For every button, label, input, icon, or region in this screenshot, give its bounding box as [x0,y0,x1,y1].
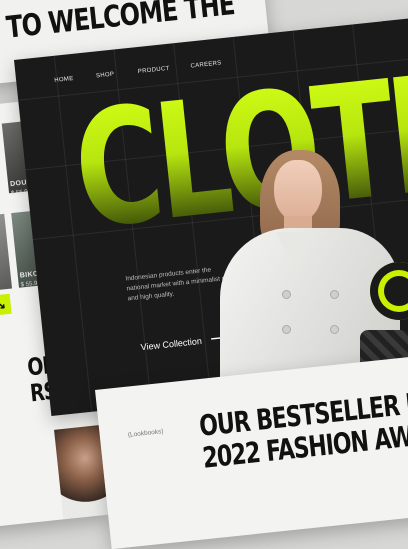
lookbooks-label: (Lookbooks) [127,428,164,439]
coat-button [282,290,291,299]
coat-button [330,325,339,334]
model-face [274,160,322,222]
view-collection-link[interactable]: View Collection [140,336,202,352]
arrow-icon[interactable]: ↘ [0,293,12,316]
welcome-headline: TO WELCOME THE [4,0,236,46]
coat-lapel [276,232,316,272]
product-thumb-2[interactable] [0,213,13,293]
coat-button [330,290,339,299]
badge-center [384,276,408,306]
coat-button [282,325,291,334]
